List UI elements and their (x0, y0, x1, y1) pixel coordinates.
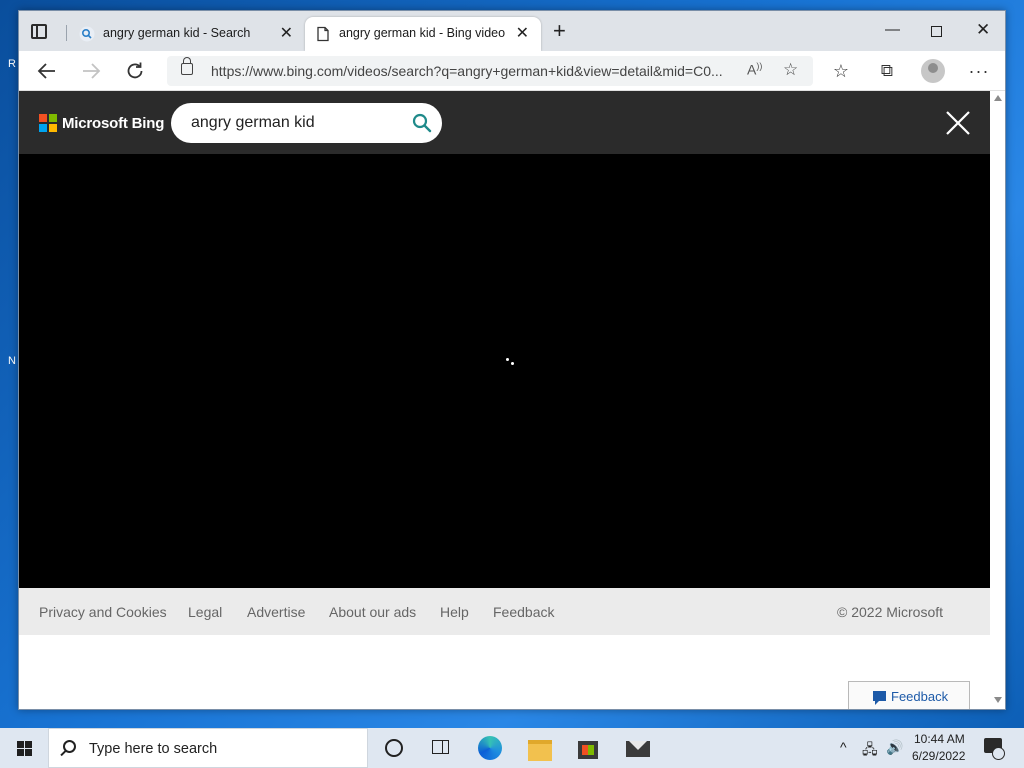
clock-time[interactable]: 10:44 AM (914, 732, 965, 746)
add-favorite-icon[interactable]: ☆ (783, 60, 798, 80)
bing-brand[interactable]: Microsoft Bing (62, 115, 164, 132)
footer-link-legal[interactable]: Legal (188, 604, 222, 620)
tab-bing-search[interactable]: angry german kid - Search ✕ (69, 17, 305, 51)
window-close-icon[interactable]: ✕ (976, 20, 990, 40)
bing-header: Microsoft Bing (19, 91, 990, 154)
tab-separator (66, 25, 67, 41)
favorites-icon[interactable]: ☆ (829, 59, 853, 83)
show-hidden-icons-icon[interactable]: ^ (840, 739, 847, 755)
back-icon[interactable] (35, 59, 59, 83)
minimize-icon[interactable]: — (885, 21, 900, 38)
scroll-down-icon[interactable] (994, 697, 1002, 703)
profile-avatar[interactable] (921, 59, 945, 83)
footer-link-advertise[interactable]: Advertise (247, 604, 305, 620)
tab-title: angry german kid - Search (103, 26, 251, 40)
cortana-icon[interactable] (380, 734, 408, 762)
taskbar-search[interactable]: Type here to search (48, 728, 368, 768)
close-tab-icon[interactable]: ✕ (516, 23, 529, 43)
close-icon[interactable] (945, 110, 971, 136)
microsoft-logo-icon[interactable] (39, 114, 57, 132)
search-icon[interactable] (411, 112, 433, 134)
search-icon (63, 740, 76, 753)
url-text[interactable]: https://www.bing.com/videos/search?q=ang… (211, 63, 751, 79)
page-icon (317, 26, 329, 42)
bing-search-box (171, 103, 442, 143)
footer-link-about-ads[interactable]: About our ads (329, 604, 416, 620)
loading-spinner-icon (506, 358, 516, 368)
more-options-icon[interactable]: ··· (967, 59, 991, 83)
footer-link-help[interactable]: Help (440, 604, 469, 620)
read-aloud-icon[interactable]: A)) (747, 61, 762, 78)
footer-link-feedback[interactable]: Feedback (493, 604, 554, 620)
mail-icon[interactable] (624, 734, 652, 762)
browser-toolbar: https://www.bing.com/videos/search?q=ang… (19, 51, 1005, 91)
collections-icon[interactable]: ⧉ (875, 59, 899, 83)
tab-bing-video[interactable]: angry german kid - Bing video ✕ (305, 17, 541, 51)
page-scrollbar[interactable] (990, 91, 1005, 709)
refresh-icon[interactable] (123, 59, 147, 83)
tab-title: angry german kid - Bing video (339, 26, 506, 40)
forward-icon[interactable] (79, 59, 103, 83)
microsoft-store-icon[interactable] (574, 734, 602, 762)
network-icon[interactable]: 🖧 (862, 739, 878, 763)
lock-icon[interactable] (181, 57, 193, 75)
edge-browser-icon[interactable] (476, 734, 504, 762)
footer-bar: Privacy and Cookies Legal Advertise Abou… (19, 588, 990, 635)
desktop-icon-fragment[interactable]: N (8, 355, 18, 369)
start-button[interactable] (0, 728, 48, 768)
clock-date[interactable]: 6/29/2022 (912, 749, 965, 763)
maximize-icon[interactable] (931, 26, 942, 37)
feedback-label: Feedback (891, 689, 949, 704)
feedback-button[interactable]: Feedback (848, 681, 970, 709)
close-tab-icon[interactable]: ✕ (280, 23, 293, 43)
tab-strip: angry german kid - Search ✕ angry german… (19, 11, 1005, 51)
scroll-up-icon[interactable] (994, 95, 1002, 101)
file-explorer-icon[interactable] (526, 734, 554, 762)
tab-actions-icon[interactable] (31, 24, 47, 39)
bing-video-page: Microsoft Bing Privacy and Cookies Le (19, 91, 990, 709)
video-player[interactable] (19, 154, 990, 588)
taskbar-search-placeholder: Type here to search (89, 741, 218, 757)
volume-icon[interactable]: 🔊 (886, 739, 903, 756)
search-icon (79, 26, 95, 42)
browser-window: angry german kid - Search ✕ angry german… (18, 10, 1006, 710)
taskbar: Type here to search ^ 🖧 🔊 10:44 AM 6/29/… (0, 728, 1024, 768)
feedback-icon (873, 691, 886, 705)
search-input[interactable] (191, 113, 401, 133)
copyright-text: © 2022 Microsoft (837, 604, 944, 620)
new-tab-icon[interactable]: + (553, 20, 566, 42)
address-bar[interactable]: https://www.bing.com/videos/search?q=ang… (167, 56, 813, 86)
footer-link-privacy[interactable]: Privacy and Cookies (39, 604, 167, 620)
desktop-icon-fragment[interactable]: R (8, 58, 18, 72)
notification-icon[interactable] (984, 738, 1005, 760)
task-view-icon[interactable] (428, 734, 456, 762)
